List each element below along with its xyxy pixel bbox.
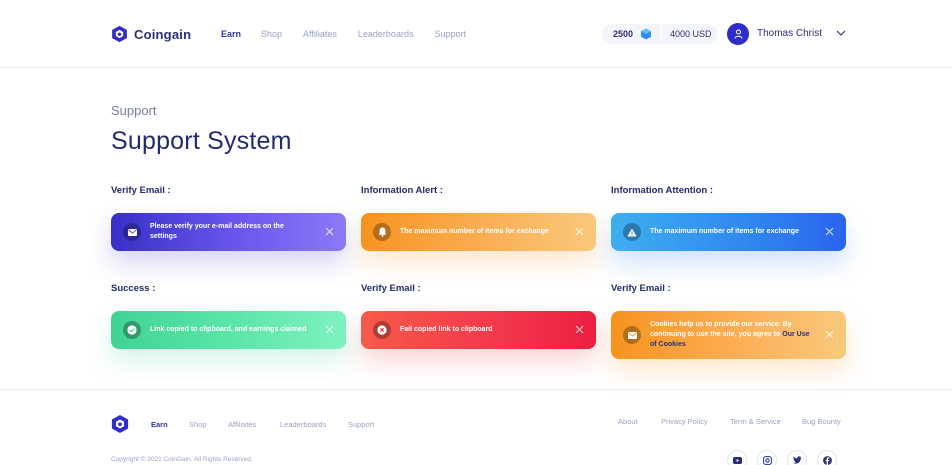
footer-nav-earn[interactable]: Earn <box>151 420 168 429</box>
gem-icon <box>641 28 652 40</box>
nav-shop[interactable]: Shop <box>261 29 282 39</box>
nav-leaderboards[interactable]: Leaderboards <box>358 29 414 39</box>
footer-link-about[interactable]: About <box>618 417 638 426</box>
alert-label-verify-email-cookies: Verify Email : <box>611 283 671 294</box>
instagram-icon[interactable] <box>757 450 777 465</box>
footer-nav-shop[interactable]: Shop <box>189 420 207 429</box>
alert-message: Please verify your e-mail address on the… <box>150 222 284 240</box>
alert-label-information-attention: Information Attention : <box>611 185 714 196</box>
avatar[interactable] <box>727 23 749 45</box>
alert-cookies: Cookies help us to provide our service. … <box>611 311 846 359</box>
error-x-icon <box>373 321 391 339</box>
chevron-down-icon[interactable] <box>836 29 846 37</box>
usd-balance: 4000 USD <box>661 24 712 44</box>
youtube-icon[interactable] <box>727 450 747 465</box>
nav-earn[interactable]: Earn <box>221 29 241 39</box>
close-icon[interactable] <box>825 330 834 339</box>
breadcrumb: Support <box>111 103 157 118</box>
alert-message: Fail copied link to clipboard <box>400 325 493 333</box>
alert-verify-email: Please verify your e-mail address on the… <box>111 213 346 251</box>
warning-icon <box>623 223 641 241</box>
footer-nav-affiliates[interactable]: Affiliates <box>228 420 256 429</box>
mail-icon <box>123 223 141 241</box>
nav-affiliates[interactable]: Affiliates <box>303 29 337 39</box>
header: Coingain Earn Shop Affiliates Leaderboar… <box>0 0 952 68</box>
footer-nav-support[interactable]: Support <box>348 420 374 429</box>
footer-divider <box>0 389 952 390</box>
cookie-message-text: Cookies help us to provide our service. … <box>650 320 792 338</box>
twitter-icon[interactable] <box>787 450 807 465</box>
alert-information-alert: The maximum number of items for exchange <box>361 213 596 251</box>
copyright: Copyright © 2021 CoinGain. All Rights Re… <box>111 456 253 463</box>
alert-success: Link copied to clipboard, and earnings c… <box>111 311 346 349</box>
close-icon[interactable] <box>325 325 334 334</box>
alert-message: Cookies help us to provide our service. … <box>650 320 815 350</box>
alert-information-attention: The maximum number of items for exchange <box>611 213 846 251</box>
alert-label-success: Success : <box>111 283 156 294</box>
coingain-logo-icon <box>112 25 127 43</box>
footer-link-terms[interactable]: Term & Service <box>730 417 781 426</box>
alert-message: The maximum number of items for exchange <box>400 227 549 235</box>
footer-link-privacy[interactable]: Privacy Policy <box>661 417 708 426</box>
bell-icon <box>373 223 391 241</box>
alert-message: The maximum number of items for exchange <box>650 227 799 235</box>
alert-label-verify-email-error: Verify Email : <box>361 283 421 294</box>
user-name[interactable]: Thomas Christ <box>757 28 822 39</box>
close-icon[interactable] <box>575 325 584 334</box>
brand-name: Coingain <box>134 26 192 42</box>
alert-label-information-alert: Information Alert : <box>361 185 443 196</box>
close-icon[interactable] <box>825 227 834 236</box>
facebook-icon[interactable] <box>817 450 837 465</box>
footer-logo-icon[interactable] <box>111 414 129 434</box>
check-icon <box>123 321 141 339</box>
alert-label-verify-email: Verify Email : <box>111 185 171 196</box>
nav-support[interactable]: Support <box>434 29 466 39</box>
user-icon <box>734 29 742 39</box>
footer-link-bug-bounty[interactable]: Bug Bounty <box>802 417 841 426</box>
close-icon[interactable] <box>325 227 334 236</box>
brand-logo[interactable]: Coingain <box>111 25 191 43</box>
coin-balance: 2500 <box>613 29 634 39</box>
close-icon[interactable] <box>575 227 584 236</box>
balance-widget[interactable]: 2500 4000 USD <box>602 24 718 44</box>
footer-nav-leaderboards[interactable]: Leaderboards <box>280 420 326 429</box>
main-nav: Earn Shop Affiliates Leaderboards Suppor… <box>221 29 466 39</box>
page-title: Support System <box>111 127 292 155</box>
alert-message: Link copied to clipboard, and earnings c… <box>150 325 307 333</box>
alert-error: Fail copied link to clipboard <box>361 311 596 349</box>
mail-icon <box>623 326 641 344</box>
